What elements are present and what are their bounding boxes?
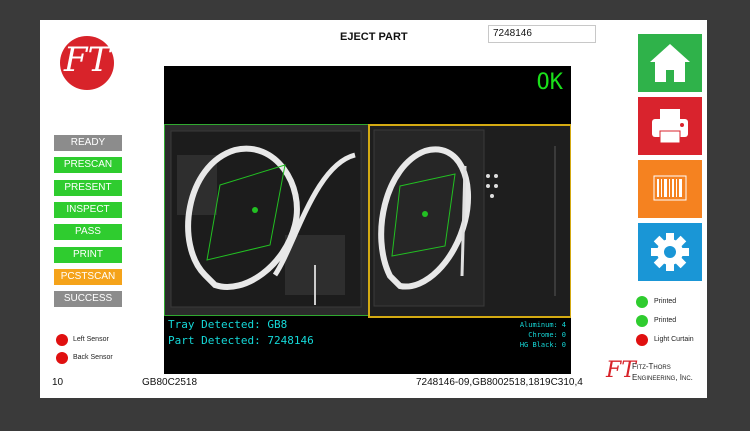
tray-detected-value: GB8 (267, 318, 288, 331)
metric-value: 0 (561, 341, 566, 349)
metric-label: Chrome: (528, 331, 558, 339)
status-step-present: PRESENT (54, 179, 122, 196)
tray-detected-label: Tray Detected: (168, 318, 261, 331)
status-step-print: PRINT (54, 246, 122, 263)
app-window: FT EJECT PART 7248146 READY PRESCAN PRESEN… (40, 20, 707, 398)
camera-view: OK Tray Detected: GB8 Part Detected: 724… (164, 66, 571, 374)
tray-left-region (164, 124, 369, 316)
metric-label: Aluminum: (519, 321, 558, 329)
indicator-light (636, 334, 648, 346)
metric-value: 4 (561, 321, 566, 329)
print-button[interactable] (638, 97, 702, 155)
indicator-light (636, 315, 648, 327)
tray-code: GB80C2518 (142, 377, 198, 388)
inspection-result: OK (536, 70, 564, 95)
barcode-icon (638, 175, 702, 222)
part-detected-label: Part Detected: (168, 334, 261, 347)
scan-string: 7248146-09,GB8002518,1819C310,4 (416, 377, 583, 388)
indicator-label: Printed (654, 298, 677, 305)
status-step-prescan: PRESCAN (54, 157, 122, 174)
sensor-indicator (56, 352, 68, 364)
tray-right-region (368, 124, 571, 318)
gear-icon (638, 233, 702, 285)
part-left-image (170, 130, 362, 308)
metric-value: 0 (561, 331, 566, 339)
metric-row: Aluminum: 4 (494, 321, 566, 329)
indicator-label: Printed (654, 317, 677, 324)
part-detected-value: 7248146 (267, 334, 314, 347)
company-logo: FT Fitz-Thors Engineering, Inc. (606, 356, 706, 392)
status-step-pcstscan: PCSTSCAN (54, 268, 122, 285)
status-step-success: SUCCESS (54, 291, 122, 308)
status-step-pass: PASS (54, 224, 122, 241)
sensor-label: Left Sensor (73, 336, 109, 343)
part-right-image (373, 129, 556, 307)
status-step-ready: READY (54, 135, 122, 151)
count-value: 10 (52, 377, 64, 388)
logo-text: FT (63, 40, 111, 80)
part-number-field[interactable]: 7248146 (488, 25, 596, 43)
company-name-line1: Fitz-Thors (632, 362, 671, 371)
metric-row: Chrome: 0 (494, 331, 566, 339)
settings-button[interactable] (638, 223, 702, 281)
indicator-light (636, 296, 648, 308)
barcode-button[interactable] (638, 160, 702, 218)
indicator-label: Light Curtain (654, 336, 694, 343)
tray-detected-row: Tray Detected: GB8 (168, 318, 287, 331)
metric-row: HG Black: 0 (494, 341, 566, 349)
ft-logo: FT (60, 36, 114, 90)
metric-label: HG Black: (519, 341, 558, 349)
home-button[interactable] (638, 34, 702, 92)
page-title: EJECT PART (340, 31, 408, 43)
company-name-line2: Engineering, Inc. (632, 373, 693, 382)
part-detected-row: Part Detected: 7248146 (168, 334, 314, 347)
sensor-label: Back Sensor (73, 354, 113, 361)
sensor-indicator (56, 334, 68, 346)
status-step-inspect: INSPECT (54, 201, 122, 218)
home-icon (638, 44, 702, 96)
printer-icon (638, 109, 702, 159)
